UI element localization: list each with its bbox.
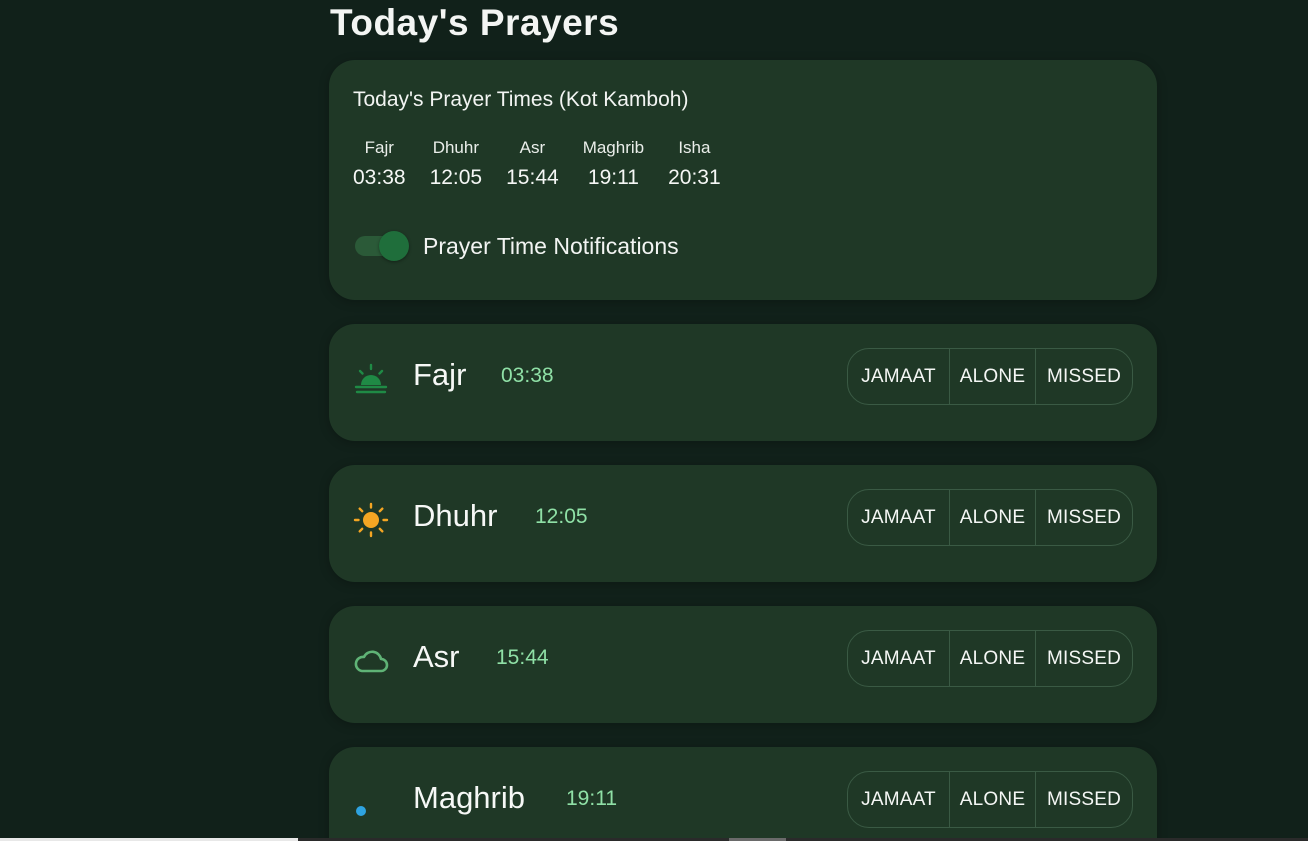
jamaat-button[interactable]: JAMAAT [848,349,949,404]
summary-prayer-time: 20:31 [668,166,721,189]
summary-time-isha: Isha 20:31 [668,138,721,190]
prayer-name: Fajr [413,357,467,392]
status-button-group: JAMAAT ALONE MISSED [847,489,1133,546]
alone-button[interactable]: ALONE [949,349,1035,404]
jamaat-button[interactable]: JAMAAT [848,772,949,827]
prayer-card-asr: Asr 15:44 JAMAAT ALONE MISSED [329,606,1157,723]
prayer-time: 12:05 [535,505,588,528]
summary-time-fajr: Fajr 03:38 [353,138,406,190]
prayer-name: Maghrib [413,780,525,815]
page-title: Today's Prayers [330,2,620,43]
alone-button[interactable]: ALONE [949,490,1035,545]
status-button-group: JAMAAT ALONE MISSED [847,630,1133,687]
cloud-icon [354,650,389,673]
notifications-label: Prayer Time Notifications [423,232,679,259]
summary-prayer-name: Fajr [364,138,394,157]
status-button-group: JAMAAT ALONE MISSED [847,771,1133,828]
summary-prayer-name: Isha [678,138,711,157]
alone-button[interactable]: ALONE [949,772,1035,827]
summary-time-asr: Asr 15:44 [506,138,559,190]
alone-button[interactable]: ALONE [949,631,1035,686]
prayer-name: Asr [413,639,460,674]
prayer-card-dhuhr: Dhuhr 12:05 JAMAAT ALONE MISSED [329,465,1157,582]
moon-icon [356,787,384,816]
prayer-times-row: Fajr 03:38 Dhuhr 12:05 Asr 15:44 Maghrib… [353,138,745,190]
missed-button[interactable]: MISSED [1035,490,1132,545]
page: Today's Prayers Today's Prayer Times (Ko… [0,0,1308,841]
summary-prayer-time: 12:05 [429,166,483,189]
summary-time-maghrib: Maghrib 19:11 [583,138,644,190]
sun-icon [353,502,389,538]
summary-prayer-name: Maghrib [582,138,645,157]
jamaat-button[interactable]: JAMAAT [848,631,949,686]
prayer-card-maghrib: Maghrib 19:11 JAMAAT ALONE MISSED [329,747,1157,841]
summary-time-dhuhr: Dhuhr 12:05 [430,138,483,190]
summary-prayer-name: Dhuhr [432,138,479,157]
summary-prayer-time: 19:11 [587,166,639,189]
jamaat-button[interactable]: JAMAAT [848,490,949,545]
sunrise-icon [354,363,388,394]
missed-button[interactable]: MISSED [1035,631,1132,686]
notifications-row: Prayer Time Notifications [353,231,679,261]
status-button-group: JAMAAT ALONE MISSED [847,348,1133,405]
summary-prayer-name: Asr [519,138,546,157]
prayer-time: 19:11 [566,787,617,810]
missed-button[interactable]: MISSED [1035,772,1132,827]
prayer-name: Dhuhr [413,498,498,533]
missed-button[interactable]: MISSED [1035,349,1132,404]
prayer-card-fajr: Fajr 03:38 JAMAAT ALONE MISSED [329,324,1157,441]
summary-prayer-time: 03:38 [353,166,406,189]
toggle-knob [379,231,409,261]
notifications-toggle[interactable] [353,231,409,261]
summary-prayer-time: 15:44 [506,166,559,189]
prayer-times-summary-card: Today's Prayer Times (Kot Kamboh) Fajr 0… [329,60,1157,300]
prayer-time: 03:38 [501,364,554,387]
prayer-time: 15:44 [496,646,549,669]
summary-heading: Today's Prayer Times (Kot Kamboh) [353,88,689,111]
